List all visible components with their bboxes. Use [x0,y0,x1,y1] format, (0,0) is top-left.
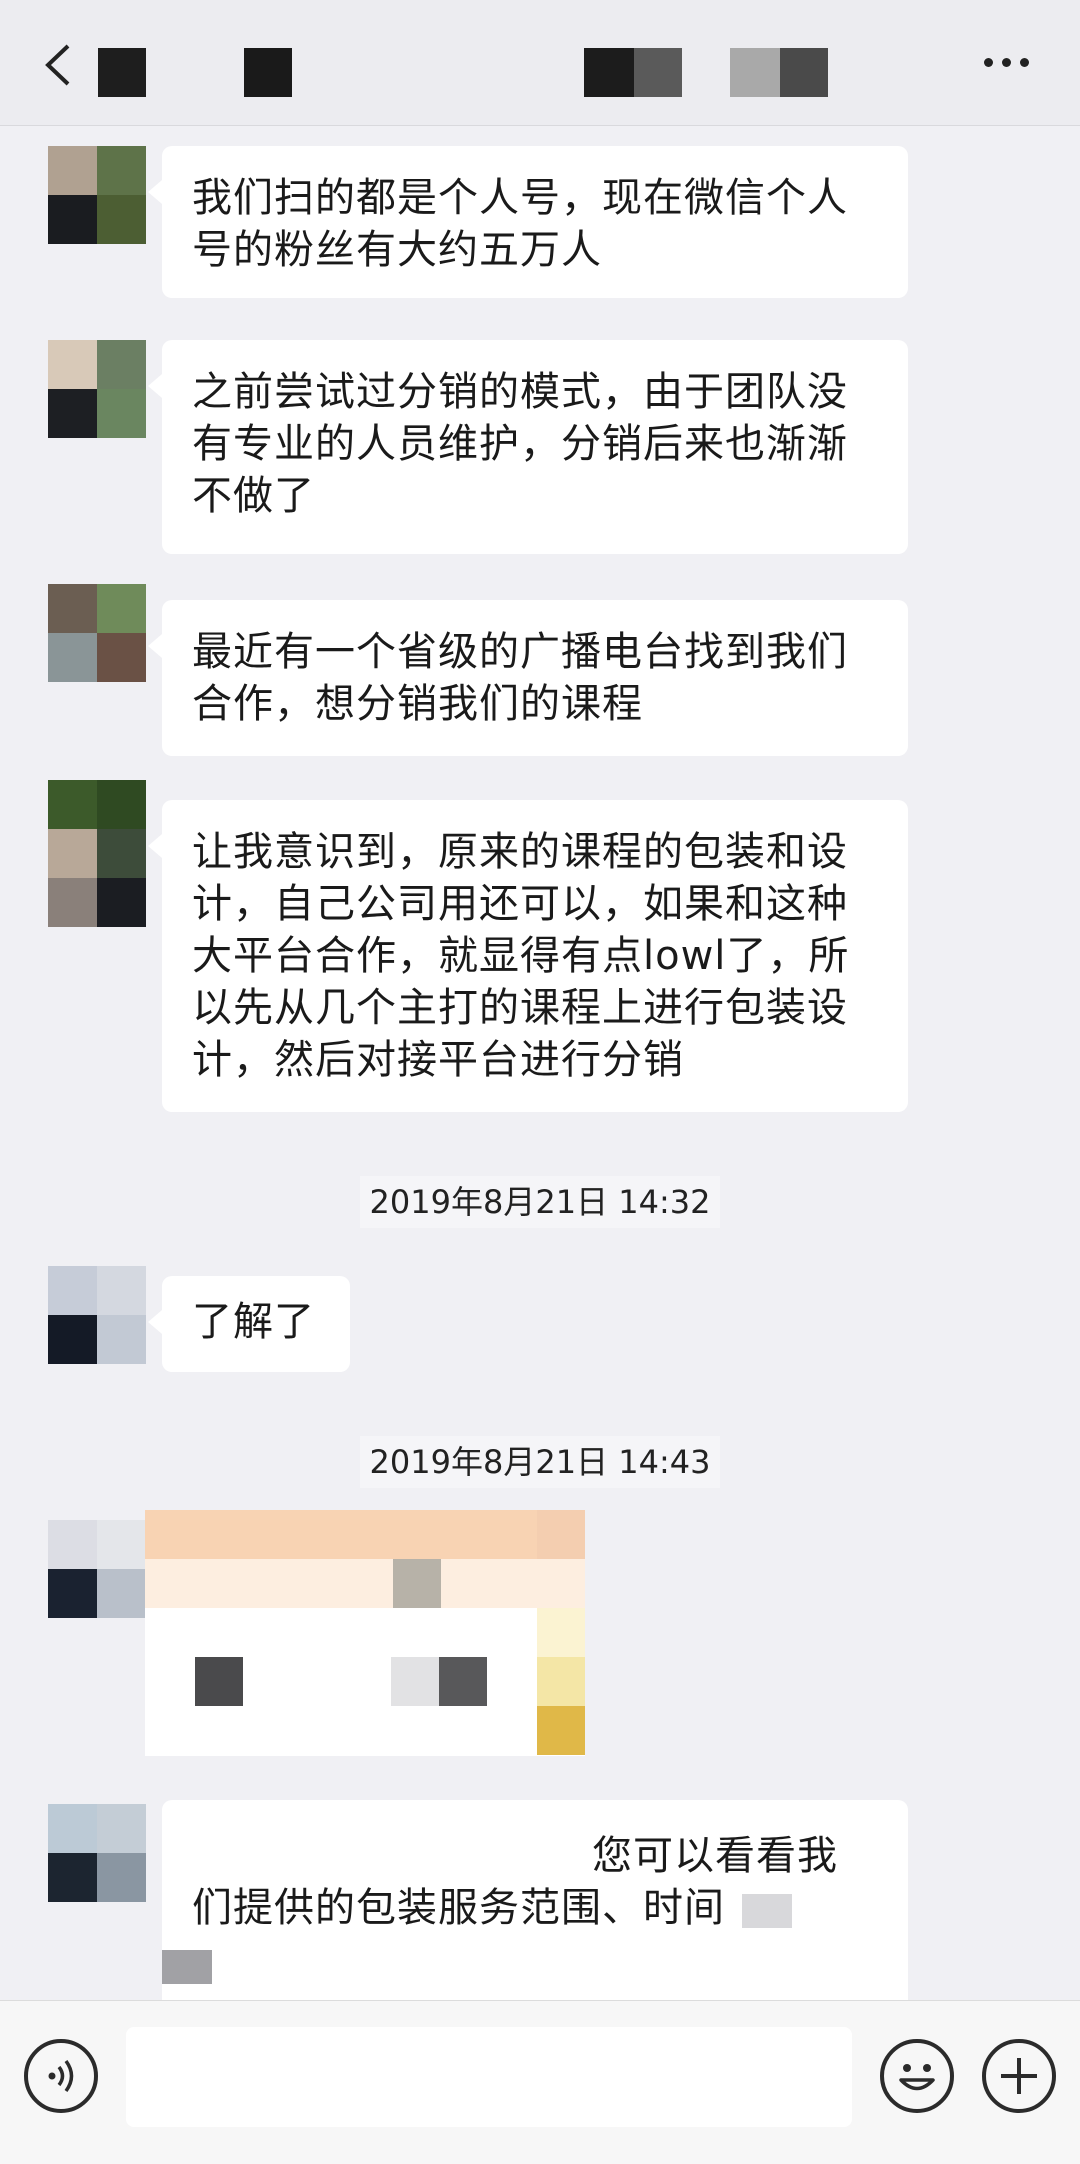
message-bubble: 了解了 [148,1276,350,1372]
message-text: 们提供的包装服务范围、时间 [192,1885,725,1931]
message-bubble: 我们扫的都是个人号，现在微信个人号的粉丝有大约五万人 [148,146,908,298]
more-dots-icon[interactable] [980,52,1036,72]
message-bubble: 您可以看看我 们提供的包装服务范围、时间 [162,1800,908,2000]
message-bubble: 最近有一个省级的广播电台找到我们合作，想分销我们的课程 [148,600,908,756]
message-text: 之前尝试过分销的模式，由于团队没有专业的人员维护，分销后来也渐渐不做了 [192,369,848,519]
avatar[interactable] [48,1804,146,1902]
voice-icon[interactable] [24,2039,98,2113]
avatar[interactable] [48,340,146,438]
timestamp: 2019年8月21日 14:32 [360,1176,720,1228]
message-text: 让我意识到，原来的课程的包装和设计，自己公司用还可以，如果和这种大平台合作，就显… [192,829,850,1083]
message-text: 最近有一个省级的广播电台找到我们合作，想分销我们的课程 [192,629,848,727]
message-text: 您可以看看我 [592,1833,838,1879]
emoji-icon[interactable] [880,2039,954,2113]
avatar[interactable] [48,1520,146,1618]
message-input[interactable] [126,2027,852,2127]
avatar[interactable] [48,1266,146,1364]
redaction-block [162,1950,212,1984]
chat-header [0,0,1080,126]
avatar[interactable] [48,584,146,682]
message-bubble: 让我意识到，原来的课程的包装和设计，自己公司用还可以，如果和这种大平台合作，就显… [148,800,908,1112]
message-bubble: 之前尝试过分销的模式，由于团队没有专业的人员维护，分销后来也渐渐不做了 [148,340,908,554]
input-bar [0,2000,1080,2164]
avatar[interactable] [48,146,146,244]
timestamp: 2019年8月21日 14:43 [360,1436,720,1488]
redaction-block [742,1894,792,1928]
message-text: 了解了 [192,1299,315,1345]
avatar[interactable] [48,780,146,927]
message-text: 我们扫的都是个人号，现在微信个人号的粉丝有大约五万人 [192,175,848,273]
plus-circle-icon[interactable] [982,2039,1056,2113]
chat-title-redacted [0,0,1080,126]
image-message[interactable] [145,1510,585,1756]
